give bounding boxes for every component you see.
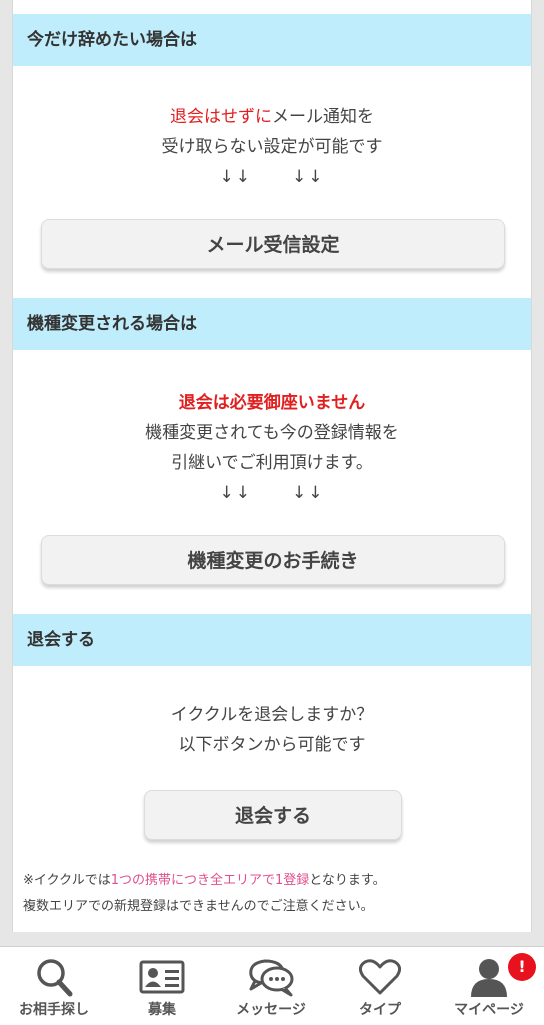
bottom-tab-bar: お相手探し 募集 メッセージ タイプ マイページ xyxy=(0,946,544,1025)
mail-settings-button[interactable]: メール受信設定 xyxy=(41,219,505,269)
tab-label: お相手探し xyxy=(19,1002,89,1018)
device-change-button[interactable]: 機種変更のお手続き xyxy=(41,535,505,585)
tab-recruit[interactable]: 募集 xyxy=(108,947,216,1025)
tab-label: タイプ xyxy=(359,1002,401,1018)
down-arrows-icon: ↓↓ xyxy=(219,483,252,503)
note-suffix: となります。 xyxy=(309,873,386,888)
device-change-arrows: ↓↓ ↓↓ xyxy=(13,478,531,508)
device-change-red-text: 退会は必要御座いません xyxy=(178,393,366,413)
chat-bubbles-icon xyxy=(217,957,325,997)
tab-messages[interactable]: メッセージ xyxy=(217,947,325,1025)
section-header-device-change: 機種変更される場合は xyxy=(13,298,531,350)
down-arrows-icon: ↓↓ xyxy=(292,167,325,187)
quit-now-red-text: 退会はせずに xyxy=(170,107,272,127)
quit-now-rest-text: メール通知を xyxy=(272,107,374,127)
withdraw-button[interactable]: 退会する xyxy=(144,790,402,840)
heart-icon xyxy=(326,957,434,997)
withdraw-line2: 以下ボタンから可能です xyxy=(178,735,366,755)
note-line2: 複数エリアでの新規登録はできませんのでご注意ください。 xyxy=(23,899,374,914)
profile-card-icon xyxy=(108,957,216,997)
content-card: 今だけ辞めたい場合は 退会はせずにメール通知を 受け取らない設定が可能です ↓↓… xyxy=(12,0,532,932)
down-arrows-icon: ↓↓ xyxy=(292,483,325,503)
section-header-quit-now: 今だけ辞めたい場合は xyxy=(13,14,531,66)
search-icon xyxy=(0,957,108,997)
note-prefix: ※イククルでは xyxy=(23,873,111,888)
tab-label: メッセージ xyxy=(236,1002,306,1018)
quit-now-arrows: ↓↓ ↓↓ xyxy=(13,162,531,192)
quit-now-line1: 退会はせずにメール通知を xyxy=(13,102,531,132)
notification-badge: ! xyxy=(508,953,536,981)
tab-label: 募集 xyxy=(148,1002,176,1018)
quit-now-line2: 受け取らない設定が可能です xyxy=(161,137,383,157)
tab-partner-search[interactable]: お相手探し xyxy=(0,947,108,1025)
section-header-withdraw: 退会する xyxy=(13,614,531,666)
registration-note: ※イククルでは1つの携帯につき全エリアで1登録となります。 複数エリアでの新規登… xyxy=(23,868,523,920)
down-arrows-icon: ↓↓ xyxy=(219,167,252,187)
tab-label: マイページ xyxy=(454,1002,524,1018)
note-highlight: 1つの携帯につき全エリアで1登録 xyxy=(110,873,310,888)
device-change-line2: 機種変更されても今の登録情報を xyxy=(145,423,399,443)
withdraw-line1: イククルを退会しますか？ xyxy=(170,705,374,725)
tab-type[interactable]: タイプ xyxy=(326,947,434,1025)
device-change-line3: 引継いでご利用頂けます。 xyxy=(171,453,373,473)
